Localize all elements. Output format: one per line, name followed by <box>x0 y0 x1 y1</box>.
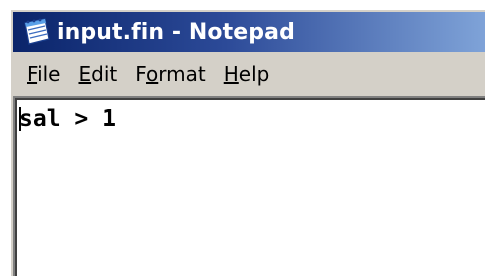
title-bar[interactable]: input.fin - Notepad <box>13 12 485 52</box>
editor-text[interactable]: sal > 1 <box>19 106 116 132</box>
menu-file[interactable]: File <box>13 62 69 86</box>
text-editor[interactable]: sal > 1 <box>15 98 485 276</box>
editor-frame: sal > 1 <box>13 96 485 276</box>
menu-format[interactable]: Format <box>126 62 215 86</box>
notepad-icon[interactable] <box>21 17 53 47</box>
menu-edit[interactable]: Edit <box>69 62 126 86</box>
text-caret <box>19 107 21 131</box>
window-title: input.fin - Notepad <box>57 19 295 45</box>
menu-help[interactable]: Help <box>215 62 279 86</box>
menu-bar: File Edit Format Help <box>13 54 485 94</box>
notepad-window: input.fin - Notepad File Edit Format Hel… <box>9 8 485 276</box>
